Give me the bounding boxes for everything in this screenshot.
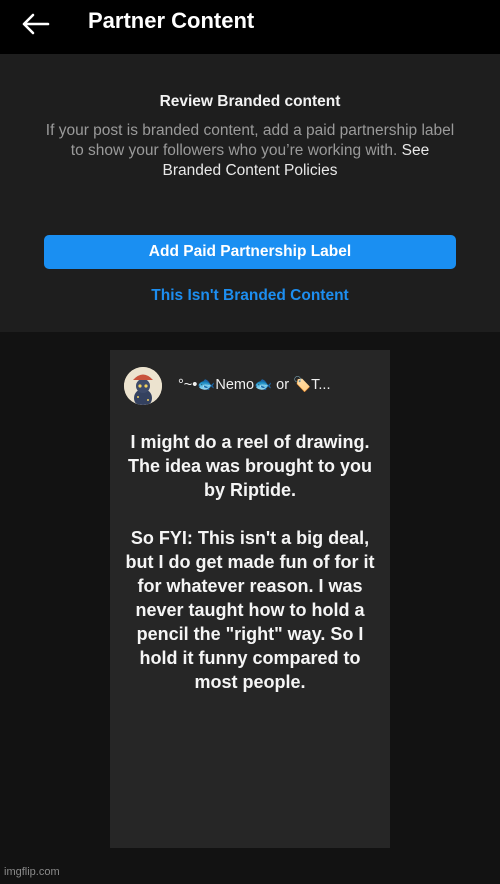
post-caption-text: I might do a reel of drawing. The idea w… — [125, 432, 375, 692]
add-paid-partnership-label-button[interactable]: Add Paid Partnership Label — [44, 235, 456, 269]
review-title: Review Branded content — [159, 93, 341, 110]
review-body-text: If your post is branded content, add a p… — [45, 122, 455, 159]
page-title: Partner Content — [88, 8, 255, 33]
review-description: If your post is branded content, add a p… — [40, 121, 460, 181]
post-preview-card: °~•🐟Nemo🐟 or 🏷️T... I might do a reel of… — [110, 350, 390, 848]
avatar-character-icon — [124, 367, 162, 405]
branded-content-review-panel: Review Branded content If your post is b… — [0, 54, 500, 332]
back-button[interactable] — [18, 9, 52, 39]
arrow-left-icon — [22, 13, 50, 35]
top-bar: Partner Content — [0, 0, 500, 54]
post-author-name: °~•🐟Nemo🐟 or 🏷️T... — [178, 377, 331, 393]
not-branded-content-button[interactable]: This Isn't Branded Content — [0, 287, 500, 305]
watermark: imgflip.com — [4, 866, 60, 878]
avatar — [124, 367, 162, 405]
